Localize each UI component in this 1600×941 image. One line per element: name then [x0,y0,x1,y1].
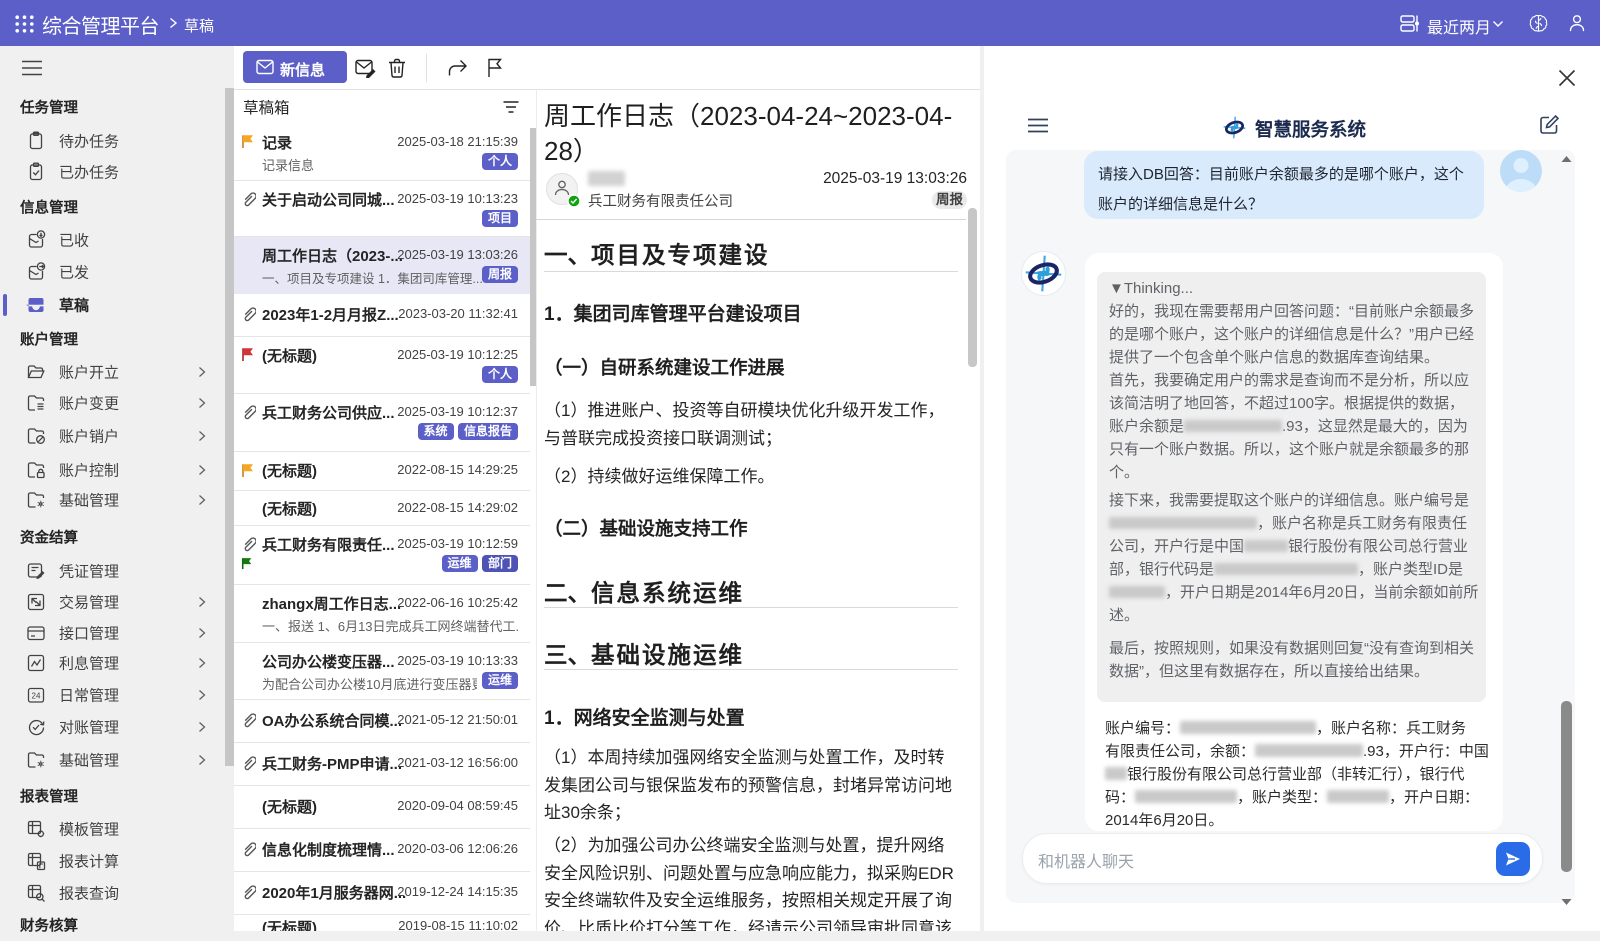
svg-text:24: 24 [32,692,41,701]
